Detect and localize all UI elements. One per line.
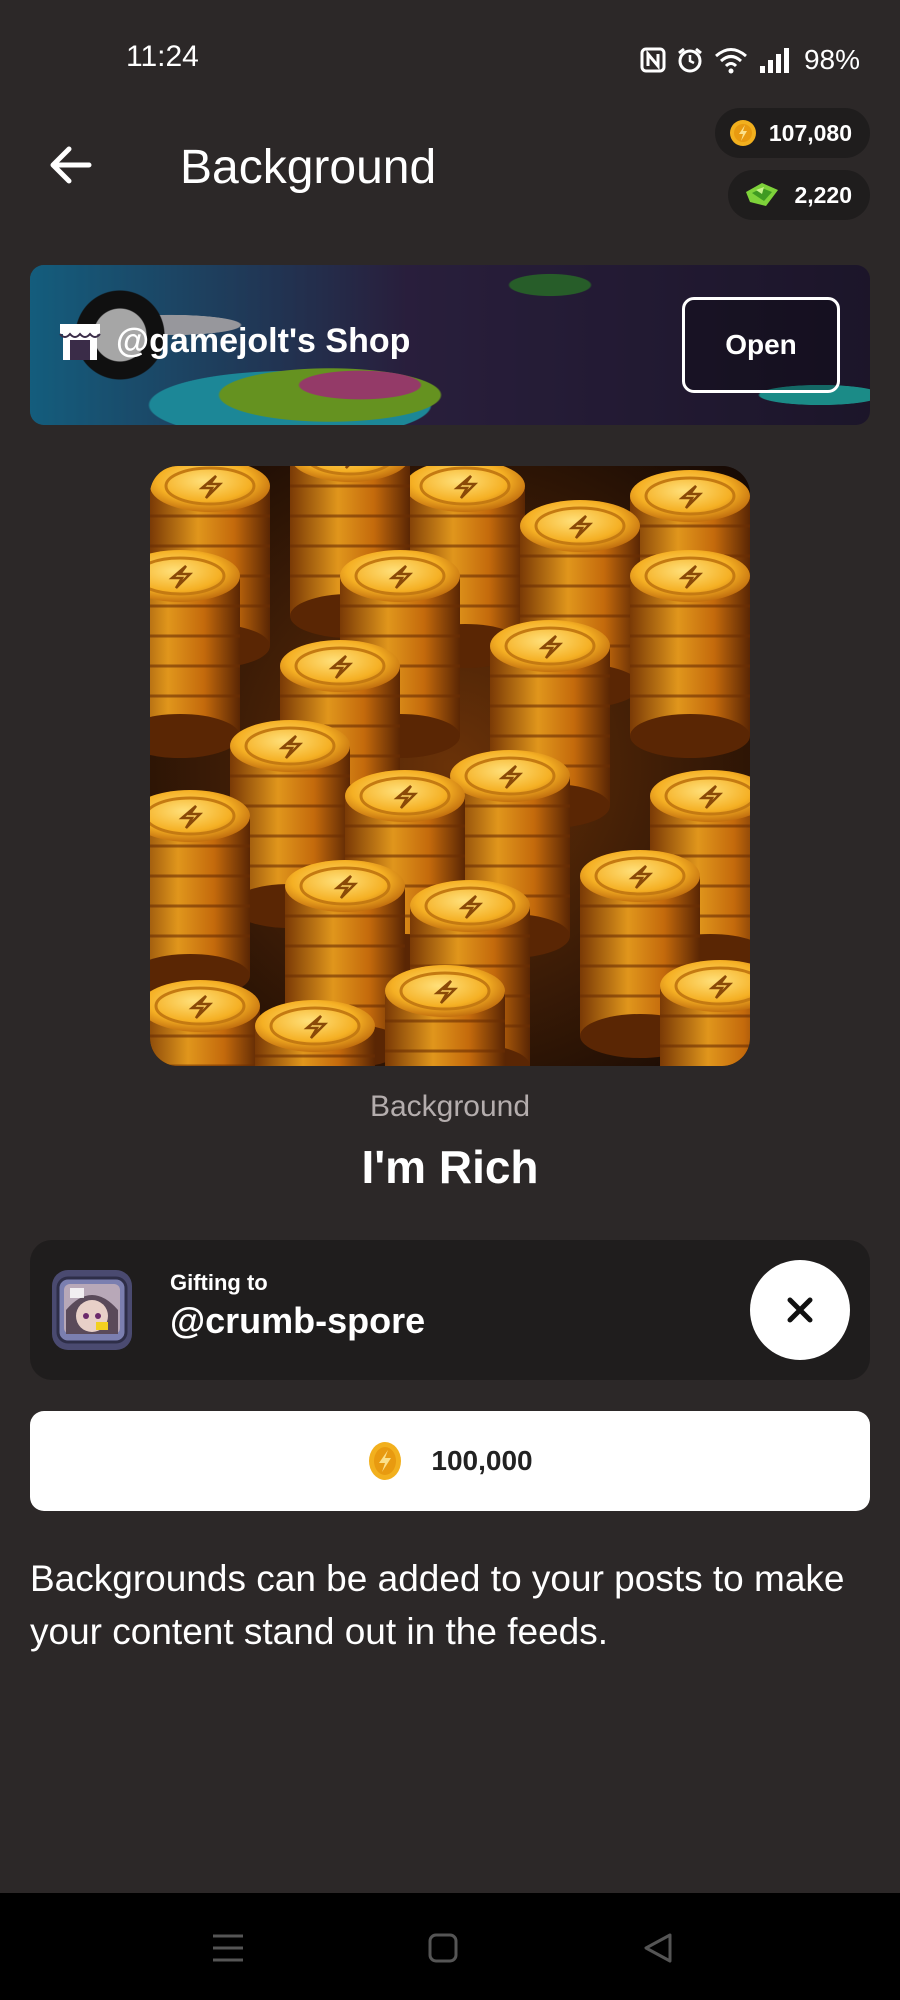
close-icon — [787, 1297, 813, 1323]
item-type-label: Background — [369, 1090, 531, 1123]
remove-gift-button[interactable] — [750, 1260, 850, 1360]
status-time: 11:24 — [126, 40, 199, 73]
battery-level: 98% — [803, 44, 860, 75]
purchase-button[interactable]: 100,000 — [30, 1411, 870, 1511]
background-preview-image — [150, 466, 750, 1066]
coin-icon — [729, 120, 756, 146]
open-shop-button[interactable]: Open — [682, 297, 840, 393]
page-title: Background — [180, 141, 437, 194]
status-bar: 11:24 98% — [0, 0, 900, 120]
signal-icon — [758, 46, 794, 74]
gift-recipient: @crumb-spore — [170, 1300, 426, 1341]
shop-link[interactable]: @gamejolt's Shop — [58, 320, 410, 362]
back-arrow-icon — [50, 146, 92, 184]
wifi-icon — [714, 46, 748, 74]
back-nav-button[interactable] — [628, 1923, 688, 1973]
item-name: I'm Rich — [361, 1141, 539, 1193]
item-description: Backgrounds can be added to your posts t… — [30, 1558, 845, 1652]
coin-balance-value: 107,080 — [768, 119, 852, 146]
home-square-icon — [428, 1933, 458, 1963]
shop-label-text: @gamejolt's Shop — [116, 321, 411, 360]
back-triangle-icon — [644, 1933, 672, 1963]
menu-icon — [213, 1934, 243, 1962]
system-nav-bar — [0, 1893, 900, 2000]
home-button[interactable] — [413, 1923, 473, 1973]
nfc-icon — [640, 47, 666, 73]
shop-icon — [59, 324, 101, 360]
back-button[interactable] — [40, 135, 100, 195]
shop-banner: @gamejolt's Shop Open — [30, 265, 870, 425]
alarm-icon — [676, 46, 704, 74]
recent-apps-button[interactable] — [198, 1923, 258, 1973]
coin-balance[interactable]: 107,080 — [714, 108, 870, 158]
gifting-card: Gifting to @crumb-spore — [30, 1240, 870, 1380]
gem-balance[interactable]: 2,220 — [728, 170, 870, 220]
avatar — [52, 1270, 132, 1350]
status-icons: 98% — [640, 40, 860, 80]
price-value: 100,000 — [431, 1445, 533, 1476]
gem-icon — [746, 183, 779, 206]
coin-icon — [369, 1442, 402, 1480]
gem-balance-value: 2,220 — [794, 181, 852, 208]
gifting-caption: Gifting to — [170, 1270, 268, 1295]
